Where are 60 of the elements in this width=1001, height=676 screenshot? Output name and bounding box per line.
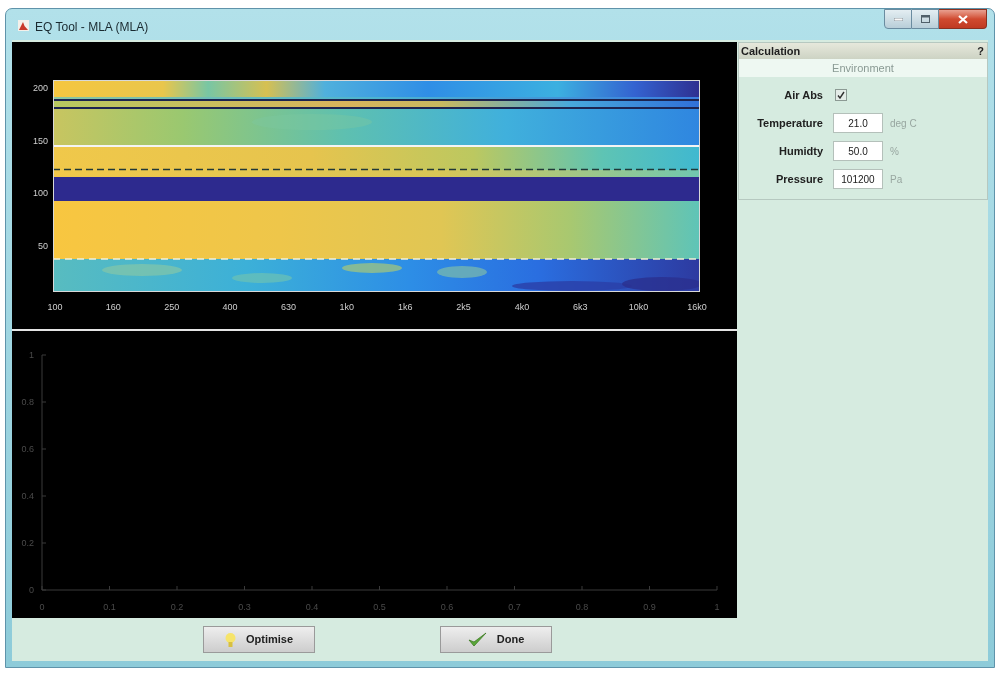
axis-tick-label: 100 bbox=[47, 302, 63, 312]
field-label: Pressure bbox=[774, 171, 823, 187]
axis-tick-label: 0.2 bbox=[21, 538, 34, 548]
number-field[interactable]: 50.0 bbox=[833, 141, 883, 161]
axis-tick-label: 4k0 bbox=[514, 302, 530, 312]
axis-tick-label: 1 bbox=[29, 350, 34, 360]
axis-tick-label: 0.6 bbox=[440, 602, 454, 612]
axis-tick-label: 150 bbox=[32, 135, 48, 146]
axis-tick-label: 0.6 bbox=[21, 444, 34, 454]
minimize-button[interactable] bbox=[884, 9, 912, 29]
axis-tick-label: 0 bbox=[39, 602, 45, 612]
axis-tick-label: 400 bbox=[222, 302, 238, 312]
axis-tick-label: 0.1 bbox=[103, 602, 116, 612]
axis-tick-label: 0.9 bbox=[643, 602, 656, 612]
checkmark-icon bbox=[467, 632, 487, 647]
axis-tick-label: 160 bbox=[105, 302, 121, 312]
maximize-button[interactable] bbox=[912, 9, 939, 29]
axis-tick-label: 0 bbox=[29, 585, 34, 595]
axis-tick-label: 250 bbox=[164, 302, 180, 312]
axis-tick-label: 0.4 bbox=[305, 602, 319, 612]
axis-tick-label: 0.8 bbox=[21, 397, 34, 407]
close-button[interactable] bbox=[939, 9, 987, 29]
axis-tick-label: 100 bbox=[32, 188, 48, 198]
panel-title: Calculation bbox=[741, 43, 801, 59]
unit-label: Pa bbox=[890, 172, 903, 187]
axis-tick-label: 0.7 bbox=[508, 602, 521, 612]
checkmark-icon bbox=[837, 91, 845, 99]
axis-tick-label: 50 bbox=[38, 240, 48, 251]
unit-label: deg C bbox=[890, 116, 917, 131]
axis-tick-label: 0.8 bbox=[575, 602, 589, 612]
minimize-icon bbox=[893, 17, 903, 21]
peak-icon bbox=[18, 20, 29, 31]
help-button[interactable]: ? bbox=[977, 42, 985, 60]
axis-tick-label: 6k3 bbox=[573, 302, 588, 312]
axis-tick-label: 16k0 bbox=[687, 302, 707, 312]
number-field[interactable]: 101200 bbox=[833, 169, 883, 189]
section-title: Environment bbox=[832, 60, 894, 76]
axis-tick-label: 0.3 bbox=[238, 602, 251, 612]
axis-tick-label: 200 bbox=[32, 83, 48, 93]
axis-tick-label: 2k5 bbox=[456, 302, 471, 312]
axis-tick-label: 1k6 bbox=[397, 302, 413, 312]
action-button[interactable]: Done bbox=[440, 626, 552, 653]
unit-label: % bbox=[890, 144, 899, 159]
maximize-icon bbox=[920, 15, 930, 23]
action-button[interactable]: Optimise bbox=[203, 626, 315, 653]
window-title: EQ Tool - MLA (MLA) bbox=[35, 19, 149, 36]
axis-tick-label: 0.5 bbox=[373, 602, 386, 612]
axis-tick-label: 10k0 bbox=[628, 302, 649, 312]
field-label: Temperature bbox=[756, 115, 823, 131]
axis-tick-label: 630 bbox=[280, 302, 296, 312]
field-label: Humidty bbox=[778, 143, 823, 159]
number-field[interactable]: 21.0 bbox=[833, 113, 883, 133]
axis-tick-label: 0.2 bbox=[170, 602, 184, 612]
field-label: Air Abs bbox=[783, 87, 823, 103]
axis-tick-label: 1k0 bbox=[339, 302, 355, 312]
axis-tick-label: 0.4 bbox=[21, 491, 34, 501]
close-icon bbox=[957, 14, 968, 24]
axis-tick-label: 1 bbox=[714, 602, 720, 612]
air-abs-checkbox[interactable] bbox=[835, 89, 847, 101]
lightbulb-icon bbox=[224, 632, 236, 647]
